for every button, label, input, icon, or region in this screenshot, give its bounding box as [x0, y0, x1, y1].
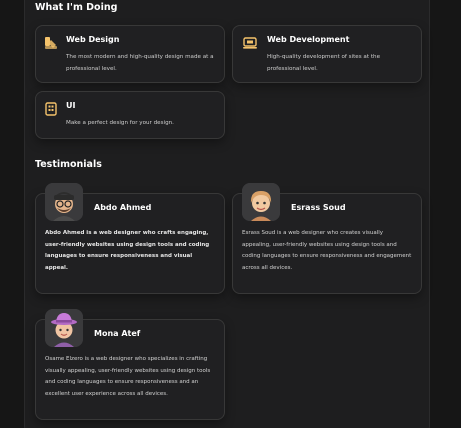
- service-title: Web Design: [66, 35, 120, 44]
- service-card-web-development: Web Development High-quality development…: [232, 25, 422, 83]
- service-title: UI: [66, 101, 76, 110]
- doing-section-title: What I'm Doing: [35, 2, 118, 13]
- service-title: Web Development: [267, 35, 350, 44]
- avatar-mona-atef: [45, 309, 83, 347]
- testimonial-name: Esrass Soud: [291, 203, 346, 212]
- code-icon: [243, 35, 257, 49]
- service-text: High-quality development of sites at the…: [267, 54, 381, 72]
- testimonials-section-title: Testimonials: [35, 159, 102, 170]
- testimonial-name: Mona Atef: [94, 329, 141, 338]
- service-text: Make a perfect design for your design.: [66, 120, 174, 126]
- testimonial-text: Esrass Soud is a web designer who create…: [242, 230, 412, 271]
- testimonial-text: Abdo Ahmed is a web designer who crafts …: [45, 230, 210, 271]
- service-text: The most modern and high-quality design …: [66, 54, 214, 72]
- testimonial-text: Osame Elzero is a web designer who speci…: [45, 356, 211, 397]
- ui-icon: [44, 101, 58, 116]
- design-icon: [44, 35, 58, 49]
- avatar-esrass-soud: [242, 183, 280, 221]
- testimonial-name: Abdo Ahmed: [94, 203, 152, 212]
- service-card-web-design: Web Design The most modern and high-qual…: [35, 25, 225, 83]
- avatar-abdo-ahmed: [45, 183, 83, 221]
- service-card-ui: UI Make a perfect design for your design…: [35, 91, 225, 139]
